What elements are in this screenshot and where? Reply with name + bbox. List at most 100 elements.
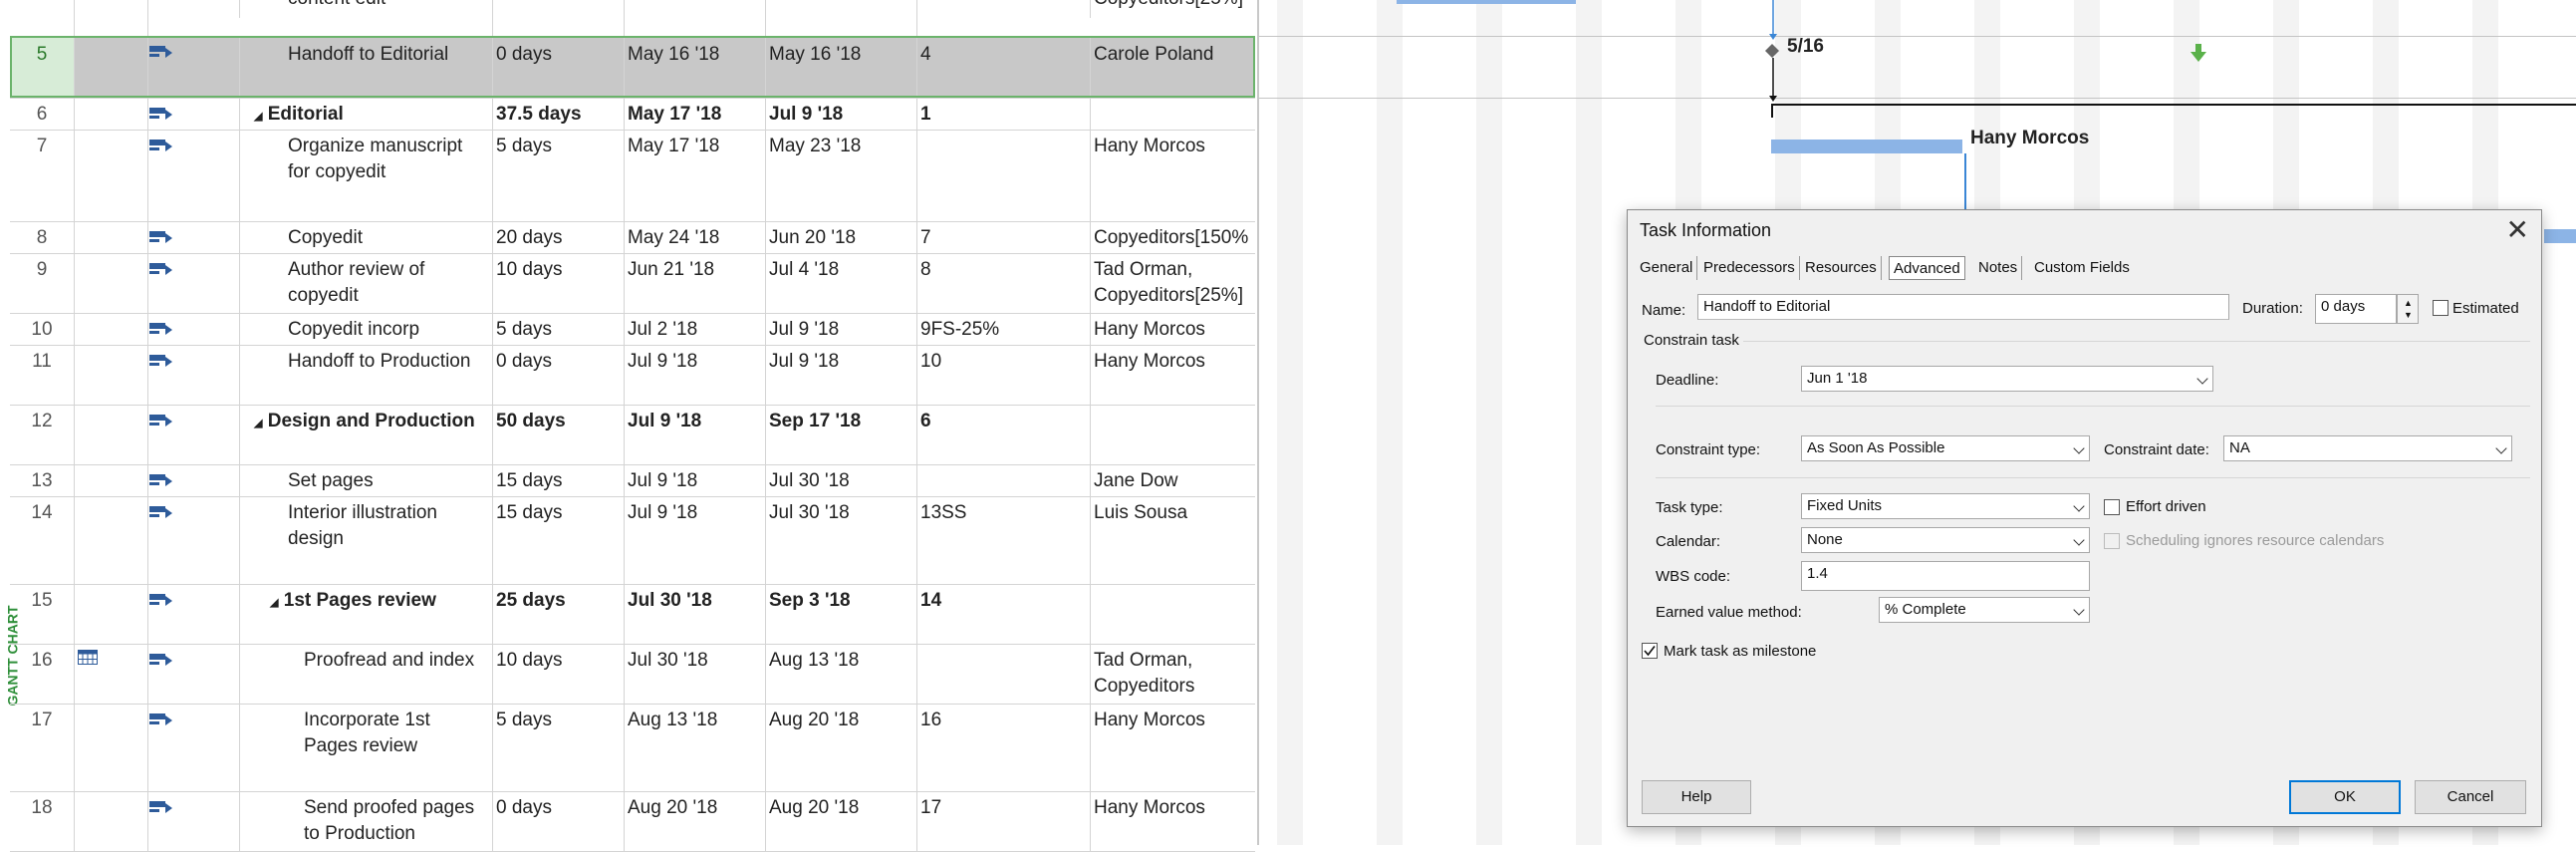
name-field[interactable]: Handoff to Editorial xyxy=(1697,294,2229,320)
earned-value-dropdown[interactable]: % Complete xyxy=(1879,597,2090,623)
wbs-code-field[interactable]: 1.4 xyxy=(1801,561,2090,591)
task-start[interactable]: May 16 '18 xyxy=(624,36,765,98)
task-resources[interactable]: Hany Morcos xyxy=(1090,704,1255,791)
calendar-dropdown[interactable]: None xyxy=(1801,527,2090,553)
task-resources[interactable]: Hany Morcos xyxy=(1090,791,1255,851)
task-start[interactable]: Jul 9 '18 xyxy=(624,496,765,584)
task-predecessors[interactable]: 10 xyxy=(916,345,1090,405)
task-predecessors[interactable] xyxy=(916,644,1090,704)
task-start[interactable]: Jul 30 '18 xyxy=(624,644,765,704)
duration-field[interactable]: 0 days xyxy=(2315,294,2397,324)
task-finish[interactable]: Jul 9 '18 xyxy=(765,345,916,405)
task-predecessors[interactable]: 17 xyxy=(916,791,1090,851)
task-bar[interactable] xyxy=(1397,0,1576,4)
help-button[interactable]: Help xyxy=(1642,780,1751,814)
table-row[interactable]: 17 Incorporate 1st Pages review 5 days A… xyxy=(10,704,1255,792)
task-finish[interactable]: Jul 30 '18 xyxy=(765,496,916,584)
table-row[interactable]: 8 Copyedit 20 days May 24 '18 Jun 20 '18… xyxy=(10,221,1255,254)
task-finish[interactable]: May 23 '18 xyxy=(765,130,916,221)
summary-bar[interactable] xyxy=(1771,104,2576,106)
task-name[interactable]: Handoff to Editorial xyxy=(239,36,492,98)
tab-resources[interactable]: Resources xyxy=(1801,256,1882,280)
constraint-date-dropdown[interactable]: NA xyxy=(2223,435,2512,461)
table-row[interactable]: 18 Send proofed pages to Production 0 da… xyxy=(10,791,1255,852)
task-duration[interactable]: 25 days xyxy=(492,584,624,644)
estimated-checkbox[interactable] xyxy=(2433,300,2448,316)
task-name[interactable]: Copyedit incorp xyxy=(239,313,492,345)
task-name[interactable]: Copyedit xyxy=(239,221,492,253)
task-start[interactable]: Jul 9 '18 xyxy=(624,464,765,496)
task-resources[interactable]: Jane Dow xyxy=(1090,464,1255,496)
task-resources[interactable] xyxy=(1090,405,1255,464)
task-bar[interactable] xyxy=(1771,140,1962,153)
cancel-button[interactable]: Cancel xyxy=(2415,780,2526,814)
task-predecessors[interactable] xyxy=(916,464,1090,496)
task-resources[interactable]: Carole Poland xyxy=(1090,36,1255,98)
task-resources[interactable]: Hany Morcos xyxy=(1090,130,1255,221)
task-duration[interactable]: 37.5 days xyxy=(492,98,624,130)
spin-down-icon[interactable]: ▼ xyxy=(2404,310,2413,320)
task-predecessors[interactable]: 4 xyxy=(916,36,1090,98)
task-resources[interactable]: Copyeditors[25%] xyxy=(1090,0,1255,18)
task-start[interactable]: Aug 20 '18 xyxy=(624,791,765,851)
task-predecessors[interactable]: 7 xyxy=(916,221,1090,253)
task-finish[interactable]: Sep 17 '18 xyxy=(765,405,916,464)
task-start[interactable]: May 17 '18 xyxy=(624,98,765,130)
table-row[interactable]: 15 ◢ 1st Pages review 25 days Jul 30 '18… xyxy=(10,584,1255,645)
task-finish[interactable]: Aug 20 '18 xyxy=(765,791,916,851)
task-name[interactable]: Send proofed pages to Production xyxy=(239,791,492,851)
task-start[interactable]: Jul 30 '18 xyxy=(624,584,765,644)
task-duration[interactable]: 50 days xyxy=(492,405,624,464)
table-row[interactable]: 12 ◢ Design and Production 50 days Jul 9… xyxy=(10,405,1255,465)
table-row[interactable]: 13 Set pages 15 days Jul 9 '18 Jul 30 '1… xyxy=(10,464,1255,497)
tab-predecessors[interactable]: Predecessors xyxy=(1699,256,1800,280)
task-duration[interactable]: 5 days xyxy=(492,130,624,221)
task-resources[interactable]: Copyeditors[150% xyxy=(1090,221,1255,253)
task-finish[interactable]: Jul 9 '18 xyxy=(765,313,916,345)
task-start[interactable]: Jul 9 '18 xyxy=(624,405,765,464)
tab-custom-fields[interactable]: Custom Fields xyxy=(2030,256,2134,280)
constraint-type-dropdown[interactable]: As Soon As Possible xyxy=(1801,435,2090,461)
task-resources[interactable] xyxy=(1090,584,1255,644)
task-finish[interactable]: Sep 3 '18 xyxy=(765,584,916,644)
milestone-checkbox[interactable] xyxy=(1642,643,1658,659)
task-resources[interactable] xyxy=(1090,98,1255,130)
task-predecessors[interactable]: 13SS xyxy=(916,496,1090,584)
task-start[interactable]: May 17 '18 xyxy=(624,130,765,221)
task-predecessors[interactable]: 1 xyxy=(916,98,1090,130)
task-duration[interactable]: 15 days xyxy=(492,496,624,584)
task-start[interactable]: Jun 21 '18 xyxy=(624,253,765,313)
task-resources[interactable]: Tad Orman, Copyeditors xyxy=(1090,644,1255,704)
table-row[interactable]: 14 Interior illustration design 15 days … xyxy=(10,496,1255,585)
task-duration[interactable]: 0 days xyxy=(492,36,624,98)
task-name[interactable]: Interior illustration design xyxy=(239,496,492,584)
task-duration[interactable]: 0 days xyxy=(492,345,624,405)
task-duration[interactable]: 10 days xyxy=(492,644,624,704)
table-row[interactable]: content edit Copyeditors[25%] xyxy=(10,0,1255,37)
task-finish[interactable]: Jul 4 '18 xyxy=(765,253,916,313)
task-duration[interactable]: 15 days xyxy=(492,464,624,496)
task-duration[interactable]: 20 days xyxy=(492,221,624,253)
task-finish[interactable]: May 16 '18 xyxy=(765,36,916,98)
task-duration[interactable]: 5 days xyxy=(492,704,624,791)
task-duration[interactable]: 5 days xyxy=(492,313,624,345)
tab-notes[interactable]: Notes xyxy=(1974,256,2023,280)
table-row[interactable]: 7 Organize manuscript for copyedit 5 day… xyxy=(10,130,1255,222)
effort-driven-checkbox[interactable] xyxy=(2104,499,2120,515)
table-row[interactable]: 9 Author review of copyedit 10 days Jun … xyxy=(10,253,1255,314)
spin-up-icon[interactable]: ▲ xyxy=(2404,298,2413,308)
collapse-triangle-icon[interactable]: ◢ xyxy=(254,111,262,123)
task-predecessors[interactable]: 14 xyxy=(916,584,1090,644)
task-predecessors[interactable] xyxy=(916,130,1090,221)
task-duration[interactable]: 0 days xyxy=(492,791,624,851)
task-predecessors[interactable]: 9FS-25% xyxy=(916,313,1090,345)
task-resources[interactable]: Hany Morcos xyxy=(1090,345,1255,405)
task-type-dropdown[interactable]: Fixed Units xyxy=(1801,493,2090,519)
table-row[interactable]: 6 ◢ Editorial 37.5 days May 17 '18 Jul 9… xyxy=(10,98,1255,131)
task-resources[interactable]: Tad Orman, Copyeditors[25%] xyxy=(1090,253,1259,313)
task-predecessors[interactable]: 16 xyxy=(916,704,1090,791)
table-row-selected[interactable]: 5 Handoff to Editorial 0 days May 16 '18… xyxy=(10,36,1255,99)
task-predecessors[interactable]: 8 xyxy=(916,253,1090,313)
close-icon[interactable]: ✕ xyxy=(2506,214,2529,246)
task-finish[interactable]: Aug 20 '18 xyxy=(765,704,916,791)
